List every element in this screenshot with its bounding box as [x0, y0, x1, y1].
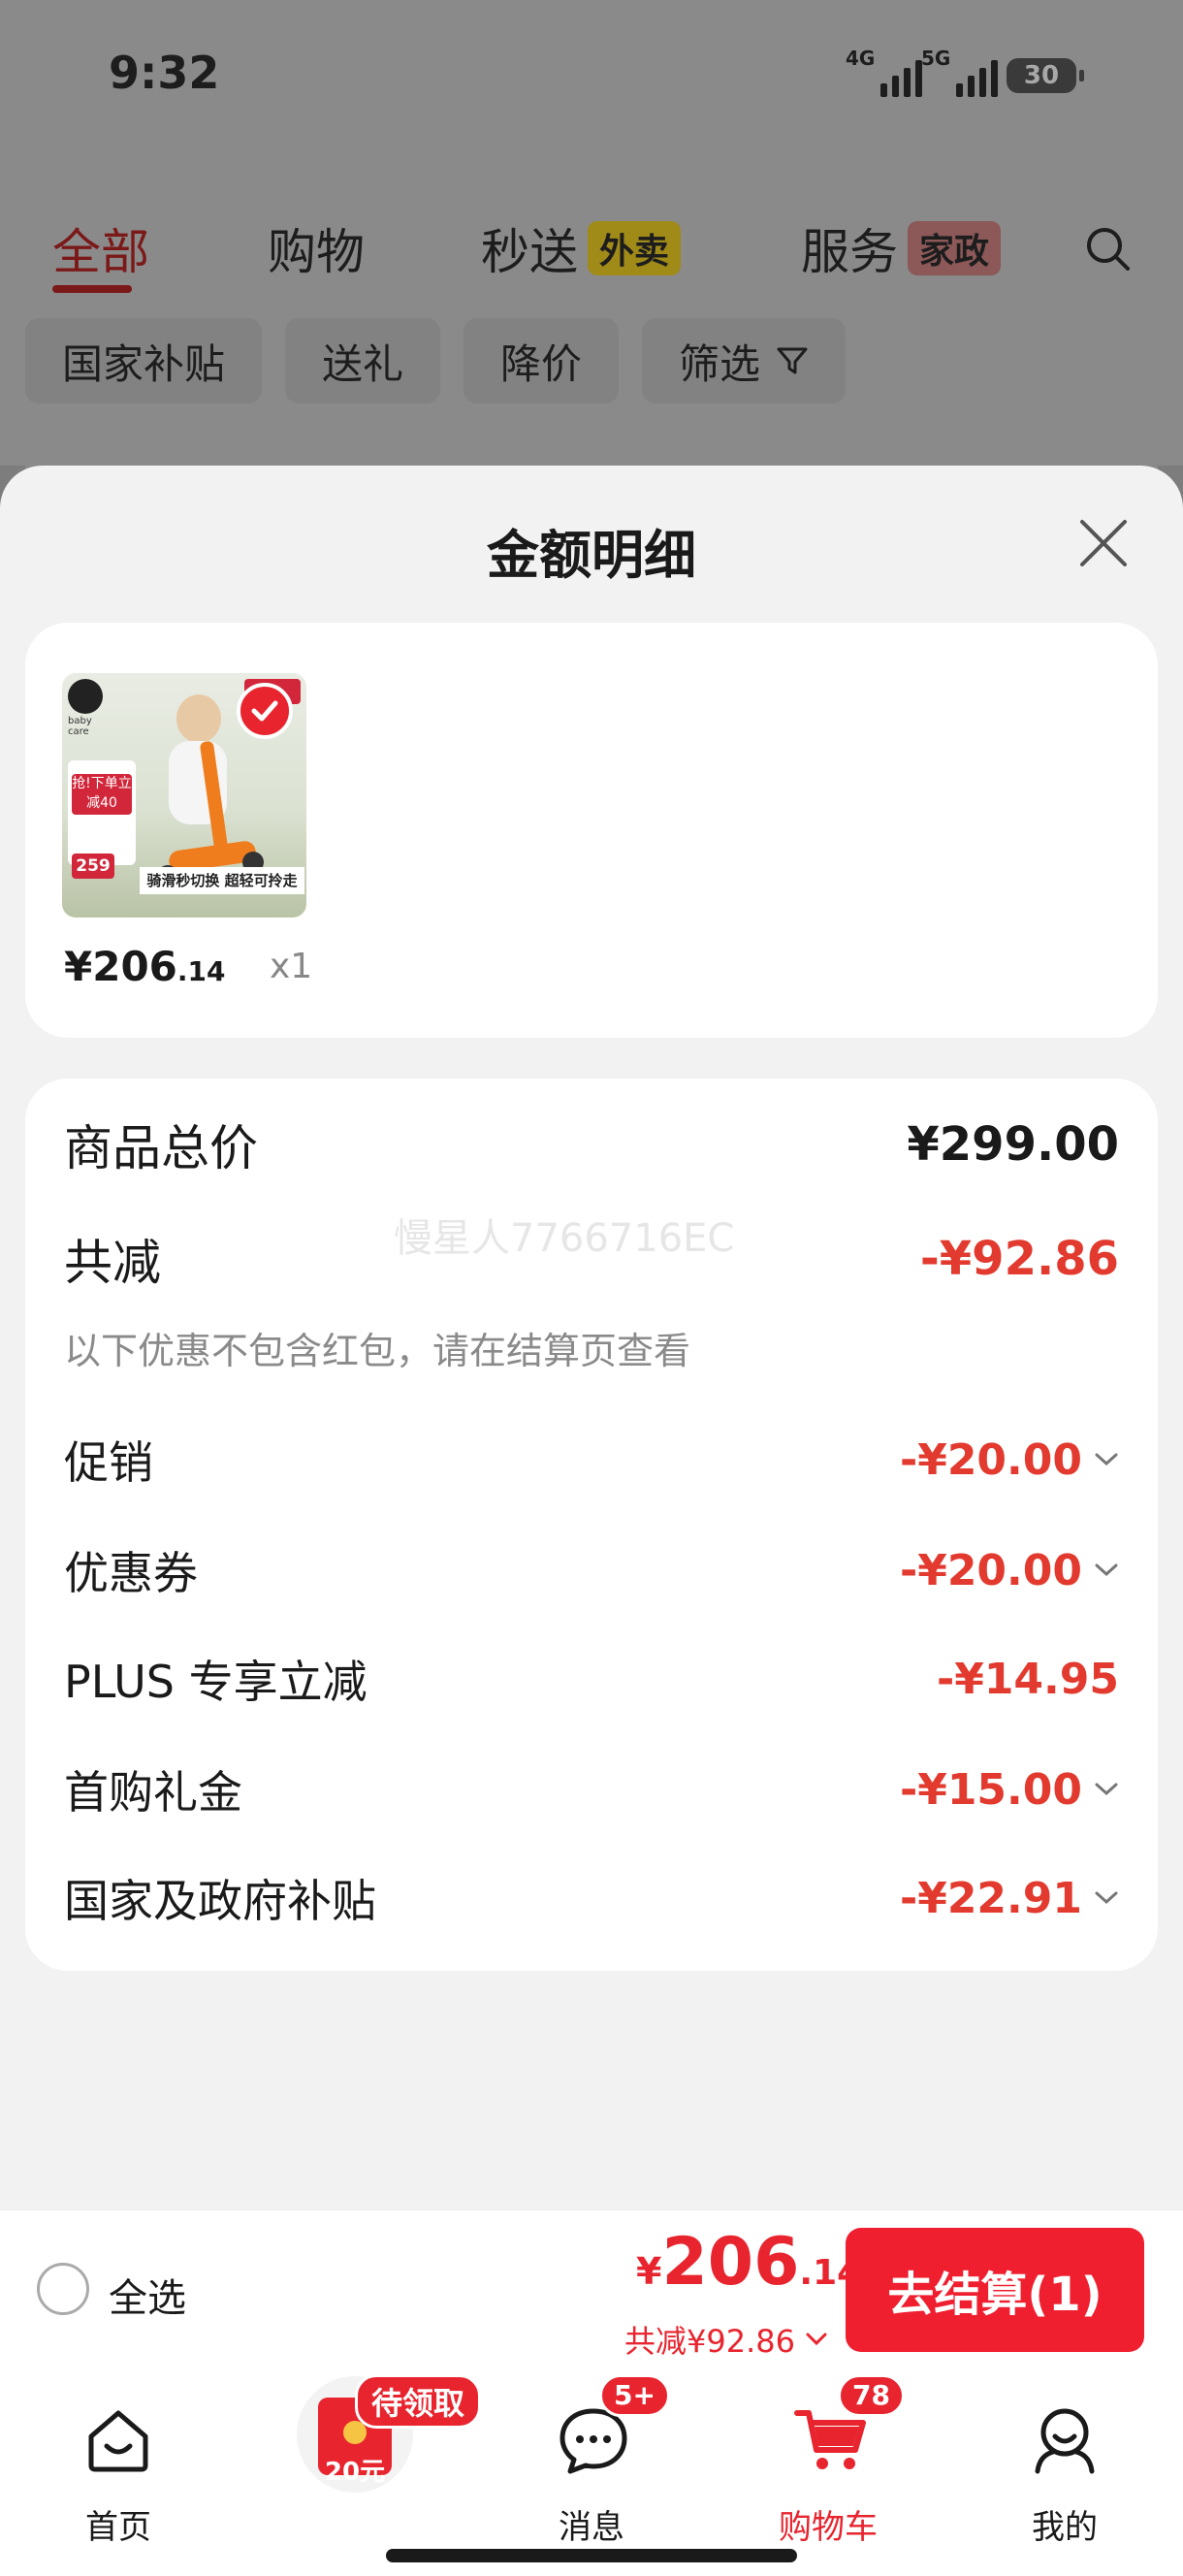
- bottom-nav: 首页 20元 待领取 消息 5+ 购物车 78 我的: [0, 2367, 1183, 2576]
- discount-note: 以下优惠不包含红包，请在结算页查看: [64, 1330, 691, 1372]
- coupon-row[interactable]: 优惠券 -¥20.00: [64, 1536, 1119, 1604]
- tab-all[interactable]: 全部: [52, 213, 149, 283]
- select-all-radio[interactable]: [37, 2263, 89, 2315]
- chip-filter[interactable]: 筛选: [642, 318, 847, 403]
- thumb-promo: 抢!下单立减40: [72, 774, 132, 815]
- government-subsidy-row[interactable]: 国家及政府补贴 -¥22.91: [64, 1864, 1119, 1932]
- tab-shopping[interactable]: 购物: [268, 213, 365, 283]
- sheet-title: 金额明细: [487, 525, 696, 586]
- battery-icon: 30: [1007, 58, 1084, 93]
- product-card: baby care 抢!下单立减40 259 骑滑秒切换 超轻可拎走 ¥206.1…: [25, 623, 1158, 1038]
- close-icon: [1080, 520, 1127, 566]
- search-icon[interactable]: [1084, 225, 1133, 277]
- filter-icon: [777, 347, 808, 374]
- housekeeping-badge: 家政: [908, 221, 1002, 275]
- checkout-bar: 全选 ¥206.14 共减¥92.86 去结算(1): [0, 2209, 1183, 2367]
- home-indicator[interactable]: [386, 2549, 797, 2562]
- amount-detail-sheet: 金额明细 baby care 抢!下单立减40 259 骑滑秒切换 超轻可拎走 ¥…: [0, 466, 1183, 2367]
- tab-instant-delivery[interactable]: 秒送 外卖: [481, 213, 682, 283]
- amount-breakdown-card: 慢星人7766716EC 商品总价 ¥299.00 共减 -¥92.86 以下优…: [25, 1079, 1158, 1971]
- quantity: x1: [270, 947, 313, 986]
- filter-chips: 国家补贴 送礼 降价 筛选: [25, 318, 847, 403]
- saved-amount-toggle[interactable]: 共减¥92.86: [624, 2317, 828, 2362]
- select-all-label[interactable]: 全选: [109, 2267, 186, 2323]
- unit-price: ¥206.14: [64, 943, 226, 990]
- promotion-row[interactable]: 促销 -¥20.00: [64, 1426, 1119, 1494]
- plus-discount-row: PLUS 专享立减 -¥14.95: [64, 1654, 1119, 1709]
- status-time: 9:32: [109, 47, 220, 99]
- tab-services[interactable]: 服务 家政: [801, 213, 1002, 283]
- chevron-down-icon: [1095, 1453, 1118, 1466]
- chevron-down-icon: [1095, 1563, 1118, 1577]
- total-price-row: 商品总价 ¥299.00: [64, 1117, 1119, 1176]
- thumb-caption: 骑滑秒切换 超轻可拎走: [140, 867, 304, 894]
- profile-icon: [1035, 2408, 1095, 2474]
- active-tab-indicator: [52, 285, 132, 293]
- total-discount-row: 共减 -¥92.86: [64, 1232, 1119, 1291]
- chip-gift[interactable]: 送礼: [285, 318, 441, 403]
- message-badge: 5+: [599, 2374, 670, 2417]
- first-purchase-gift-row[interactable]: 首购礼金 -¥15.00: [64, 1755, 1119, 1823]
- takeout-badge: 外卖: [588, 221, 682, 275]
- top-tabs: 全部 购物 秒送 外卖 服务 家政: [0, 213, 1183, 293]
- signal-4g-icon: 4G: [846, 47, 922, 97]
- close-button[interactable]: [1074, 514, 1133, 572]
- chevron-down-icon: [806, 2333, 827, 2346]
- brand-logo: [68, 679, 103, 714]
- selected-check-icon[interactable]: [237, 683, 293, 739]
- signal-5g-icon: 5G: [921, 47, 998, 97]
- status-bar: 9:32 4G 5G 30: [0, 0, 1183, 155]
- home-icon: [88, 2410, 148, 2472]
- cart-badge: 78: [838, 2374, 905, 2417]
- thumb-price: 259: [72, 853, 114, 879]
- chip-price-drop[interactable]: 降价: [464, 318, 620, 403]
- chip-national-subsidy[interactable]: 国家补贴: [25, 318, 263, 403]
- chevron-down-icon: [1095, 1891, 1118, 1905]
- checkout-total: ¥206.14: [636, 2224, 862, 2301]
- pending-claim-badge: 待领取: [355, 2374, 482, 2429]
- chevron-down-icon: [1095, 1783, 1118, 1796]
- checkout-button[interactable]: 去结算(1): [846, 2228, 1144, 2352]
